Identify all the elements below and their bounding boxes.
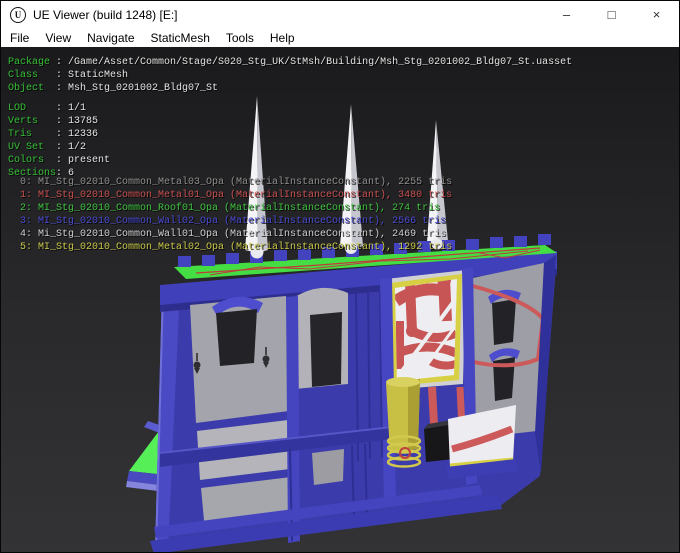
maximize-button[interactable]: □ [589,1,634,28]
arch-door-dark [310,312,342,387]
menu-bar: File View Navigate StaticMesh Tools Help [1,28,679,47]
menu-help[interactable]: Help [262,31,303,45]
small-window [312,449,344,485]
pipe-opening [386,270,466,390]
title-bar: U UE Viewer (build 1248) [E:] – □ × [1,1,679,28]
spires [245,96,448,253]
window-title: UE Viewer (build 1248) [E:] [33,8,178,22]
close-button[interactable]: × [634,1,679,28]
column [286,296,300,543]
menu-navigate[interactable]: Navigate [79,31,142,45]
ue-viewer-window: U UE Viewer (build 1248) [E:] – □ × File… [0,0,680,553]
window-controls: – □ × [544,1,679,28]
window-dark [216,309,257,366]
menu-file[interactable]: File [2,31,37,45]
building-mesh [150,234,557,552]
umodel-logo-icon: U [10,7,26,23]
viewport-3d-scene[interactable] [1,47,679,552]
spire-base-sphere [251,246,264,259]
spire-base-sphere [432,239,443,250]
minimize-button[interactable]: – [544,1,589,28]
viewport-3d[interactable]: Package : /Game/Asset/Common/Stage/S020_… [1,47,679,552]
spire-base-sphere [345,242,357,254]
menu-staticmesh[interactable]: StaticMesh [143,31,218,45]
menu-view[interactable]: View [37,31,79,45]
menu-tools[interactable]: Tools [218,31,262,45]
